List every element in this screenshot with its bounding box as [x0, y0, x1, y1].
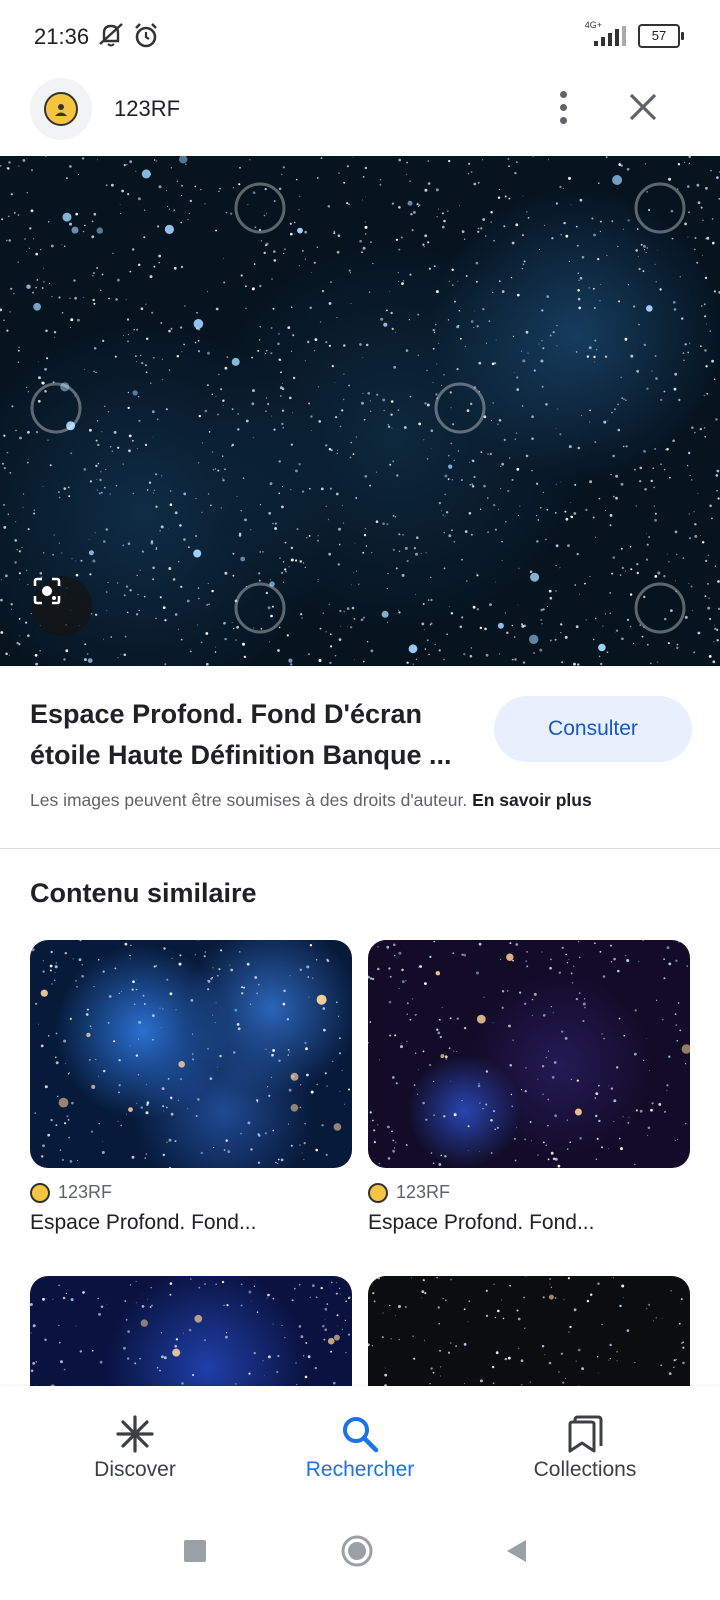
- consult-button[interactable]: Consulter: [494, 696, 692, 762]
- watermark-layer: [30, 182, 686, 634]
- similar-card-image[interactable]: [368, 940, 690, 1168]
- mute-icon: [99, 23, 123, 47]
- site-name[interactable]: 123RF: [114, 96, 180, 122]
- bottom-navigation: Discover Rechercher Collections: [0, 1386, 720, 1496]
- google-lens-icon: [33, 577, 61, 605]
- recent-apps-button[interactable]: [184, 1540, 206, 1562]
- source-logo-icon: [368, 1182, 388, 1203]
- site-logo-icon[interactable]: [30, 78, 92, 140]
- status-bar: 21:36 4G+ 57: [0, 0, 720, 76]
- asterisk-icon: [116, 1415, 154, 1453]
- viewer-header: 123RF: [0, 76, 720, 156]
- card-source: 123RF: [58, 1182, 113, 1202]
- close-icon[interactable]: [620, 84, 666, 130]
- nav-label: Collections: [533, 1458, 637, 1481]
- nav-label: Rechercher: [305, 1458, 415, 1481]
- system-navigation: [0, 1496, 720, 1600]
- similar-card[interactable]: 123RF Espace Profond. Fond...: [30, 940, 352, 1235]
- search-icon: [343, 1417, 379, 1453]
- home-button[interactable]: [340, 1534, 374, 1568]
- alarm-icon: [135, 23, 157, 48]
- learn-more-link[interactable]: En savoir plus: [472, 790, 592, 810]
- similar-card-image[interactable]: [30, 940, 352, 1168]
- similar-content-heading: Contenu similaire: [30, 878, 257, 908]
- card-title[interactable]: Espace Profond. Fond...: [368, 1211, 690, 1235]
- nav-collections[interactable]: Collections: [495, 1386, 675, 1496]
- result-title-line1: Espace Profond. Fond D'écran: [30, 699, 422, 729]
- more-vert-icon: [559, 90, 567, 98]
- more-options-button[interactable]: [540, 82, 586, 132]
- source-logo-icon: [30, 1182, 50, 1203]
- google-lens-button[interactable]: [32, 576, 92, 636]
- card-source: 123RF: [396, 1182, 451, 1202]
- result-title[interactable]: Espace Profond. Fond D'écran étoile Haut…: [30, 694, 470, 776]
- signal-icon: [594, 26, 626, 46]
- nav-search[interactable]: Rechercher: [270, 1386, 450, 1496]
- status-time: 21:36: [34, 24, 90, 49]
- copyright-text: Les images peuvent être soumises à des d…: [30, 790, 468, 810]
- card-title[interactable]: Espace Profond. Fond...: [30, 1211, 352, 1235]
- copyright-notice: Les images peuvent être soumises à des d…: [30, 790, 592, 811]
- similar-card[interactable]: 123RF Espace Profond. Fond...: [368, 940, 690, 1235]
- battery-icon: 57: [638, 24, 684, 48]
- divider: [0, 848, 720, 849]
- battery-level: 57: [651, 28, 667, 43]
- nav-discover[interactable]: Discover: [45, 1386, 225, 1496]
- back-button[interactable]: [504, 1538, 528, 1564]
- collections-icon: [568, 1415, 603, 1453]
- nav-label: Discover: [94, 1458, 176, 1481]
- result-image[interactable]: [0, 156, 720, 666]
- result-title-line2: étoile Haute Définition Banque ...: [30, 740, 452, 770]
